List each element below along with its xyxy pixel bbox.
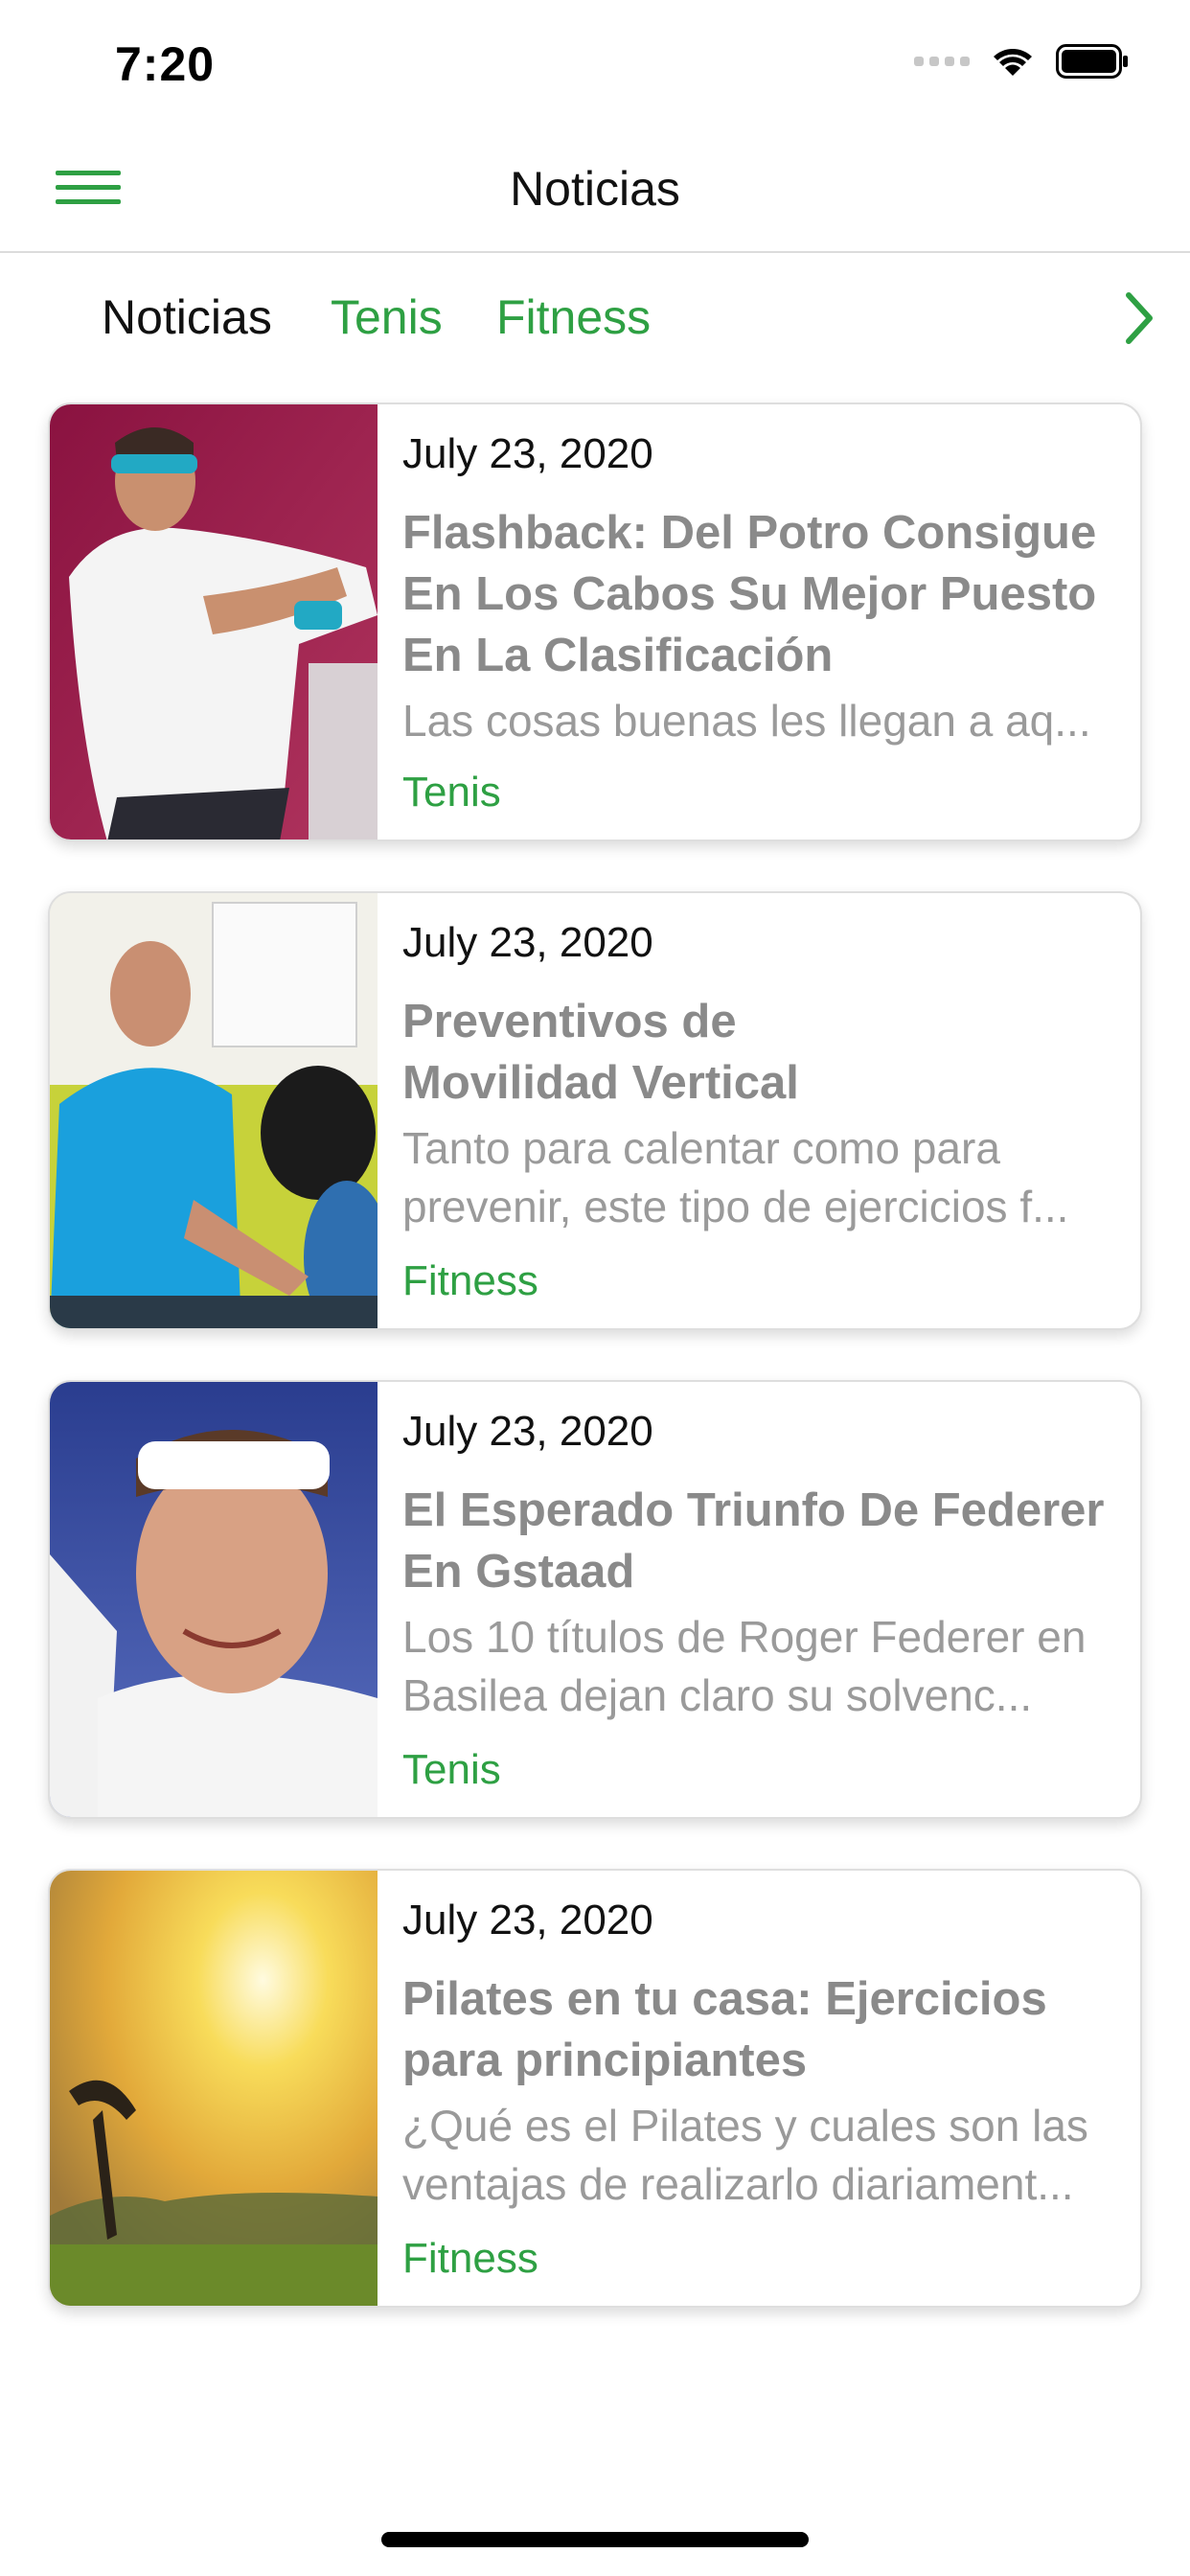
nav-header: Noticias	[0, 126, 1190, 253]
article-excerpt: Tanto para calentar como para prevenir, …	[402, 1123, 1069, 1231]
tab-fitness[interactable]: Fitness	[496, 289, 651, 345]
article-thumbnail	[50, 893, 378, 1328]
article-excerpt: ¿Qué es el Pilates y cuales son las vent…	[402, 2101, 1088, 2209]
article-category: Tenis	[402, 1746, 501, 1793]
article-content: July 23, 2020 Pilates en tu casa: Ejerci…	[402, 1894, 1119, 2214]
article-title: Pilates en tu casa: Ejercicios para prin…	[402, 1973, 1047, 2086]
article-excerpt: Los 10 títulos de Roger Federer en Basil…	[402, 1612, 1087, 1720]
category-tabs: Noticias Tenis Fitness	[0, 255, 1190, 380]
article-category: Fitness	[402, 2235, 538, 2282]
battery-icon	[1056, 44, 1129, 79]
news-list: July 23, 2020 Flashback: Del Potro Consi…	[48, 402, 1142, 2358]
wifi-icon	[991, 45, 1035, 78]
status-time: 7:20	[115, 37, 216, 91]
article-category: Fitness	[402, 1257, 538, 1304]
news-card[interactable]: July 23, 2020 Preventivos de Movilidad V…	[48, 891, 1142, 1330]
tab-noticias[interactable]: Noticias	[102, 289, 272, 345]
article-date: July 23, 2020	[402, 430, 653, 477]
home-indicator[interactable]	[381, 2532, 809, 2547]
news-card[interactable]: July 23, 2020 El Esperado Triunfo De Fed…	[48, 1380, 1142, 1819]
article-date: July 23, 2020	[402, 1408, 653, 1455]
article-content: July 23, 2020 Flashback: Del Potro Consi…	[402, 427, 1119, 750]
chevron-right-icon[interactable]	[1119, 289, 1157, 347]
article-date: July 23, 2020	[402, 1897, 653, 1944]
article-thumbnail	[50, 1382, 378, 1817]
article-title: El Esperado Triunfo De Federer En Gstaad	[402, 1484, 1105, 1598]
news-card[interactable]: July 23, 2020 Pilates en tu casa: Ejerci…	[48, 1869, 1142, 2308]
tab-tenis[interactable]: Tenis	[331, 289, 443, 345]
status-icons	[914, 44, 1129, 79]
article-title: Flashback: Del Potro Consigue En Los Cab…	[402, 507, 1097, 681]
article-category: Tenis	[402, 769, 501, 816]
article-thumbnail	[50, 404, 378, 840]
article-title: Preventivos de Movilidad Vertical	[402, 996, 799, 1109]
article-content: July 23, 2020 Preventivos de Movilidad V…	[402, 916, 1119, 1236]
article-date: July 23, 2020	[402, 919, 653, 966]
article-thumbnail	[50, 1871, 378, 2306]
cellular-signal-icon	[914, 57, 970, 66]
status-bar: 7:20	[0, 0, 1190, 126]
article-excerpt: Las cosas buenas les llegan a aq...	[402, 696, 1091, 746]
page-title: Noticias	[510, 162, 680, 216]
news-card[interactable]: July 23, 2020 Flashback: Del Potro Consi…	[48, 402, 1142, 841]
article-content: July 23, 2020 El Esperado Triunfo De Fed…	[402, 1405, 1119, 1725]
